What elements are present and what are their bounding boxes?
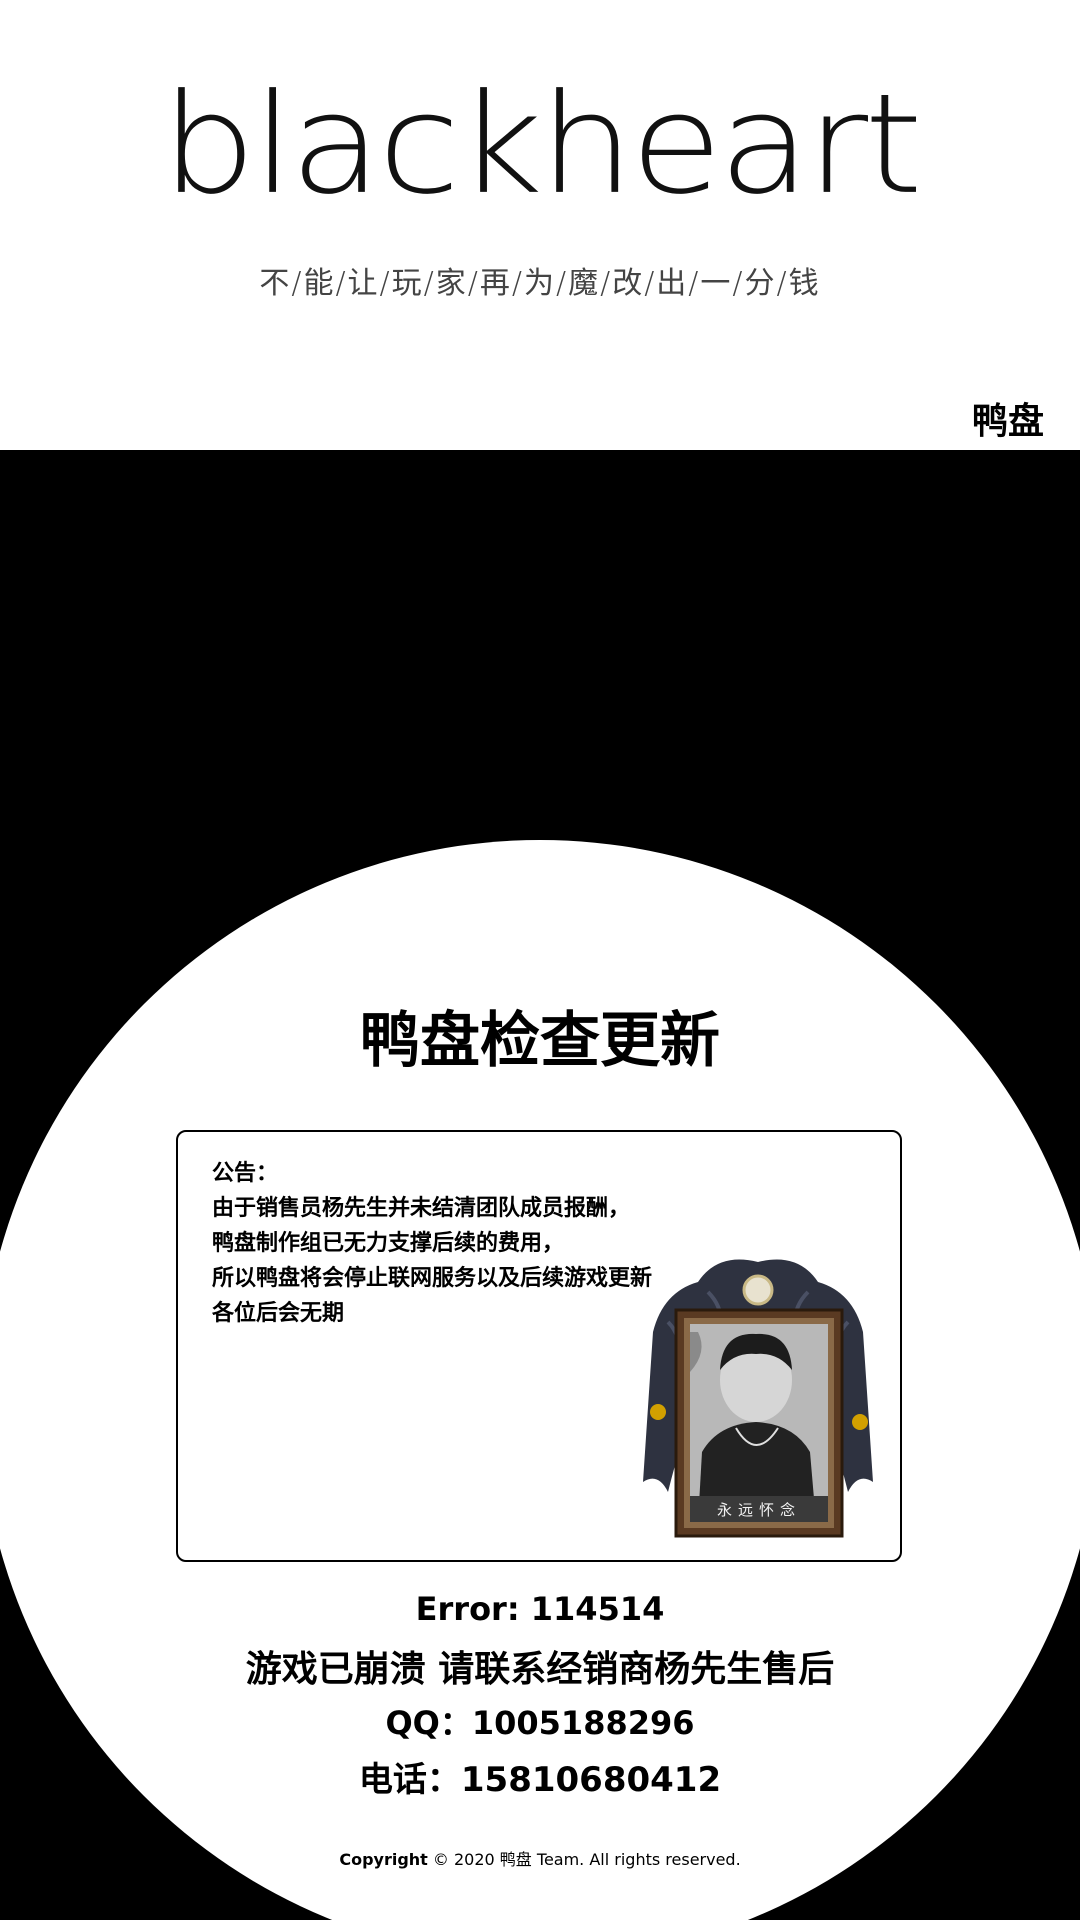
- copyright-text: © 2020 鸭盘 Team. All rights reserved.: [432, 1850, 741, 1869]
- notice-box: 公告： 由于销售员杨先生并未结清团队成员报酬， 鸭盘制作组已无力支撑后续的费用，…: [176, 1130, 902, 1562]
- phone-contact: 电话：15810680412: [358, 1760, 722, 1800]
- header-section: blackheart 不/能/让/玩/家/再/为/魔/改/出/一/分/钱 鸭盘: [0, 0, 1080, 450]
- update-title: 鸭盘检查更新: [360, 1006, 720, 1076]
- crash-message: 游戏已崩溃 请联系经销商杨先生售后: [245, 1649, 835, 1690]
- copyright-label: Copyright: [339, 1850, 428, 1869]
- notice-line: 由于销售员杨先生并未结清团队成员报酬，: [212, 1196, 631, 1221]
- notice-text: 公告： 由于销售员杨先生并未结清团队成员报酬， 鸭盘制作组已无力支撑后续的费用，…: [212, 1156, 652, 1331]
- error-code: Error: 114514: [415, 1590, 665, 1628]
- brand-logo: blackheart: [161, 64, 923, 226]
- memorial-portrait: 永远怀念: [643, 1259, 873, 1538]
- qq-contact: QQ：1005188296: [385, 1704, 695, 1742]
- notice-line: 鸭盘制作组已无力支撑后续的费用，: [212, 1231, 565, 1256]
- brand-name: 鸭盘: [971, 401, 1044, 442]
- notice-line: 公告：: [212, 1161, 279, 1186]
- notice-line: 各位后会无期: [212, 1301, 345, 1326]
- slogan: 不/能/让/玩/家/再/为/魔/改/出/一/分/钱: [259, 266, 821, 301]
- black-background: 鸭盘检查更新 公告： 由于销售员杨先生并未结清团队成员报酬， 鸭盘制作组已无力支…: [0, 450, 1080, 1920]
- copyright: Copyright © 2020 鸭盘 Team. All rights res…: [0, 1846, 1080, 1870]
- notice-line: 所以鸭盘将会停止联网服务以及后续游戏更新: [212, 1266, 653, 1291]
- portrait-caption: 永远怀念: [717, 1501, 801, 1519]
